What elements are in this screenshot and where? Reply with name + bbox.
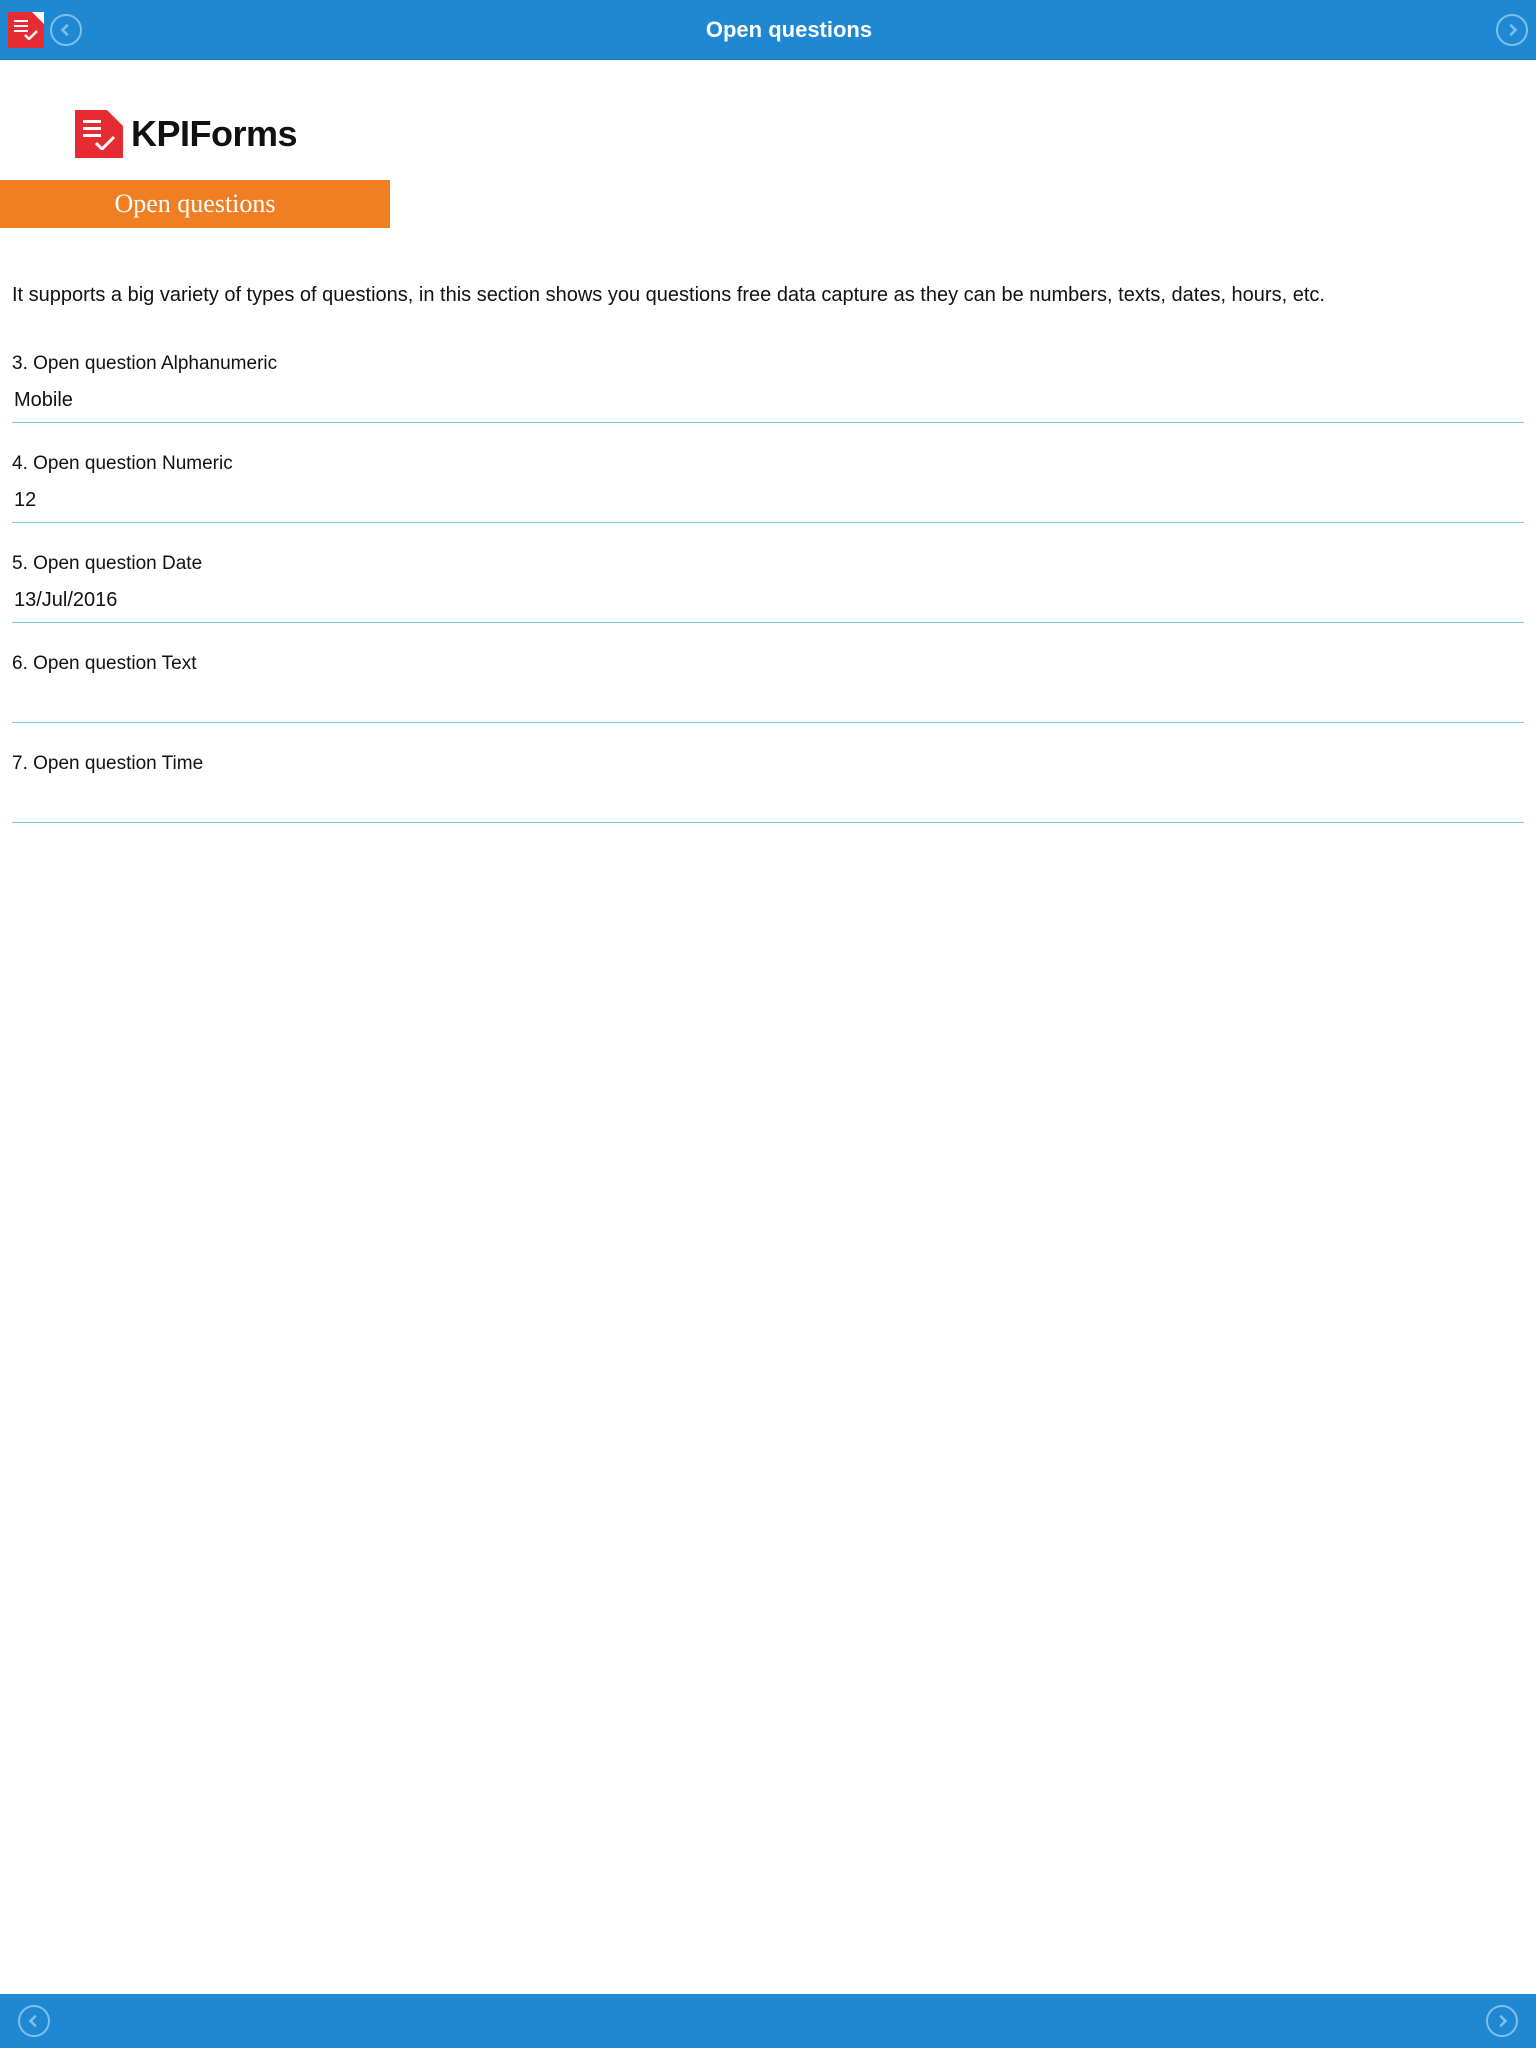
question-block: 4. Open question Numeric [12, 453, 1524, 523]
brand-name: KPIForms [131, 113, 297, 155]
question-block: 6. Open question Text [12, 653, 1524, 723]
question-block: 5. Open question Date [12, 553, 1524, 623]
alphanumeric-input[interactable] [12, 383, 1524, 423]
numeric-input[interactable] [12, 483, 1524, 523]
question-block: 7. Open question Time [12, 753, 1524, 823]
question-label: 4. Open question Numeric [12, 453, 1524, 475]
app-logo-icon [8, 12, 44, 48]
question-label: 6. Open question Text [12, 653, 1524, 675]
question-label: 5. Open question Date [12, 553, 1524, 575]
nav-back-button[interactable] [50, 14, 82, 46]
section-banner: Open questions [0, 180, 390, 228]
top-navbar: Open questions [0, 0, 1536, 60]
date-input[interactable] [12, 583, 1524, 623]
section-description: It supports a big variety of types of qu… [0, 228, 1536, 309]
question-label: 7. Open question Time [12, 753, 1524, 775]
kpiforms-logo-icon [75, 110, 123, 158]
question-block: 3. Open question Alphanumeric [12, 353, 1524, 423]
questions-list: 3. Open question Alphanumeric 4. Open qu… [0, 309, 1536, 823]
time-input[interactable] [12, 783, 1524, 823]
page-title: Open questions [82, 17, 1496, 43]
question-label: 3. Open question Alphanumeric [12, 353, 1524, 375]
footer-nav-back-button[interactable] [18, 2005, 50, 2037]
brand-header: KPIForms Open questions [0, 60, 1536, 228]
text-input[interactable] [12, 683, 1524, 723]
main-content: KPIForms Open questions It supports a bi… [0, 60, 1536, 1994]
bottom-navbar [0, 1994, 1536, 2048]
nav-forward-button[interactable] [1496, 14, 1528, 46]
footer-nav-forward-button[interactable] [1486, 2005, 1518, 2037]
